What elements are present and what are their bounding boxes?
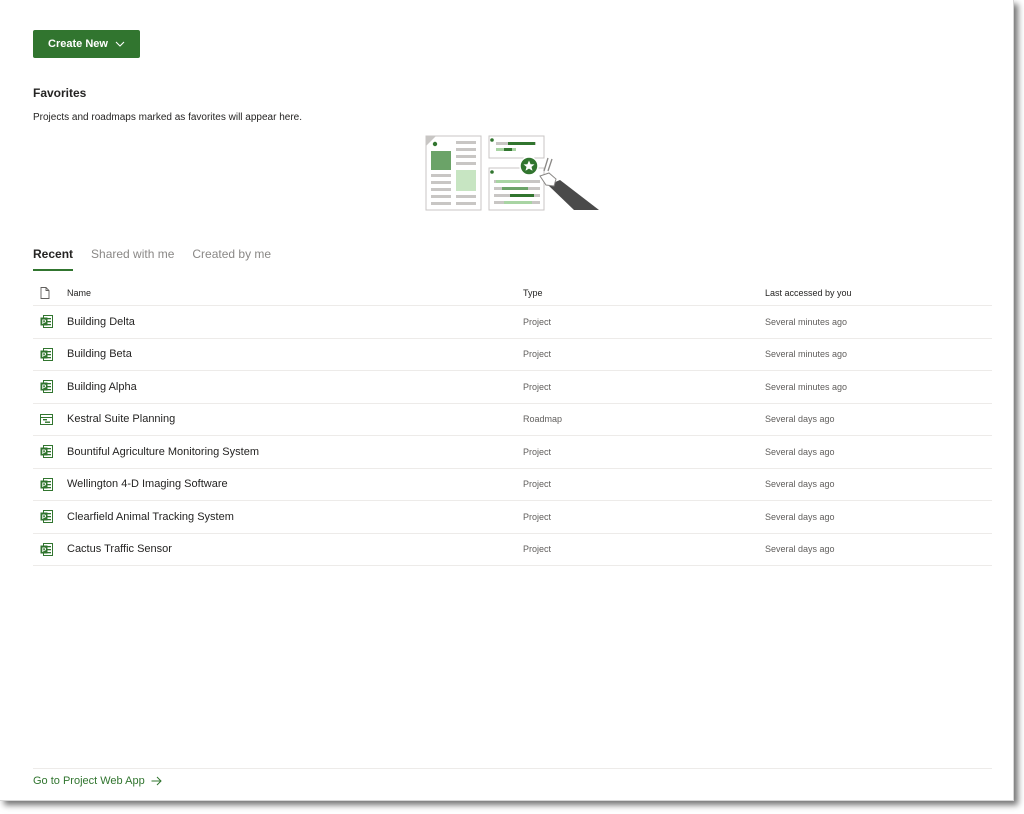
table-row[interactable]: P Building Beta Project Several minutes ago — [33, 339, 992, 371]
footer-divider — [33, 768, 992, 769]
row-last-accessed: Several days ago — [765, 511, 835, 522]
svg-text:P: P — [42, 319, 47, 326]
svg-text:P: P — [42, 352, 47, 359]
table-row[interactable]: P Clearfield Animal Tracking System Projec… — [33, 501, 992, 534]
row-type: Project — [523, 381, 552, 392]
column-header-name[interactable]: Name — [67, 288, 523, 298]
favorites-title: Favorites — [33, 86, 87, 100]
project-icon: P — [40, 380, 53, 394]
row-last-accessed: Several days ago — [765, 446, 835, 457]
table-row[interactable]: P Wellington 4-D Imaging Software Project S… — [33, 469, 992, 501]
svg-text:P: P — [42, 514, 47, 521]
column-header-type[interactable]: Type — [523, 288, 765, 298]
project-icon: P — [40, 510, 53, 524]
tab-recent[interactable]: Recent — [33, 246, 74, 271]
row-type: Project — [523, 446, 552, 457]
table-row[interactable]: P Cactus Traffic Sensor Project Several day… — [33, 534, 992, 566]
row-last-accessed: Several days ago — [765, 479, 835, 490]
view-tabs: Recent Shared with me Created by me — [33, 246, 289, 271]
row-name[interactable]: Clearfield Animal Tracking System — [67, 511, 523, 523]
tab-created-by-me[interactable]: Created by me — [192, 246, 271, 271]
roadmap-icon — [40, 413, 53, 425]
row-type: Roadmap — [523, 414, 563, 425]
row-last-accessed: Several days ago — [765, 414, 835, 425]
table-row[interactable]: P Building Alpha Project Several minutes ag… — [33, 371, 992, 404]
favorites-description: Projects and roadmaps marked as favorite… — [33, 112, 303, 123]
row-type: Project — [523, 349, 552, 360]
tab-shared-with-me[interactable]: Shared with me — [91, 246, 174, 271]
file-type-icon — [40, 286, 50, 299]
row-type: Project — [523, 316, 552, 327]
row-last-accessed: Several minutes ago — [765, 381, 848, 392]
create-new-label: Create New — [48, 38, 108, 50]
project-icon: P — [40, 542, 53, 556]
table-row[interactable]: P Bountiful Agriculture Monitoring System… — [33, 436, 992, 469]
project-icon: P — [40, 445, 53, 459]
chevron-down-icon — [115, 41, 125, 47]
svg-text:P: P — [42, 547, 47, 554]
row-name[interactable]: Building Alpha — [67, 381, 523, 393]
table-header: Name Type Last accessed by you — [33, 280, 992, 306]
go-to-project-web-app-link[interactable]: Go to Project Web App — [33, 775, 162, 787]
create-new-button[interactable]: Create New — [33, 30, 140, 58]
row-last-accessed: Several minutes ago — [765, 349, 848, 360]
row-last-accessed: Several minutes ago — [765, 316, 848, 327]
row-name[interactable]: Cactus Traffic Sensor — [67, 543, 523, 555]
row-type: Project — [523, 544, 552, 555]
svg-text:P: P — [42, 482, 47, 489]
app-window: Create New Favorites Projects and roadma… — [0, 0, 1014, 801]
row-name[interactable]: Wellington 4-D Imaging Software — [67, 478, 523, 490]
recent-items-table: Name Type Last accessed by you P Building… — [33, 280, 992, 566]
row-name[interactable]: Kestral Suite Planning — [67, 413, 523, 425]
favorites-illustration — [425, 135, 599, 211]
footer-link-label: Go to Project Web App — [33, 775, 145, 787]
table-row[interactable]: P Building Delta Project Several minutes ag… — [33, 306, 992, 339]
row-type: Project — [523, 479, 552, 490]
project-icon: P — [40, 477, 53, 491]
arrow-right-icon — [151, 776, 162, 786]
table-row[interactable]: Kestral Suite Planning Roadmap Several day… — [33, 404, 992, 436]
row-name[interactable]: Building Delta — [67, 316, 523, 328]
row-last-accessed: Several days ago — [765, 544, 835, 555]
svg-text:P: P — [42, 449, 47, 456]
row-name[interactable]: Bountiful Agriculture Monitoring System — [67, 446, 523, 458]
project-icon: P — [40, 315, 53, 329]
svg-text:P: P — [42, 384, 47, 391]
column-header-last-accessed[interactable]: Last accessed by you — [765, 288, 992, 298]
project-icon: P — [40, 347, 53, 361]
row-type: Project — [523, 511, 552, 522]
row-name[interactable]: Building Beta — [67, 348, 523, 360]
